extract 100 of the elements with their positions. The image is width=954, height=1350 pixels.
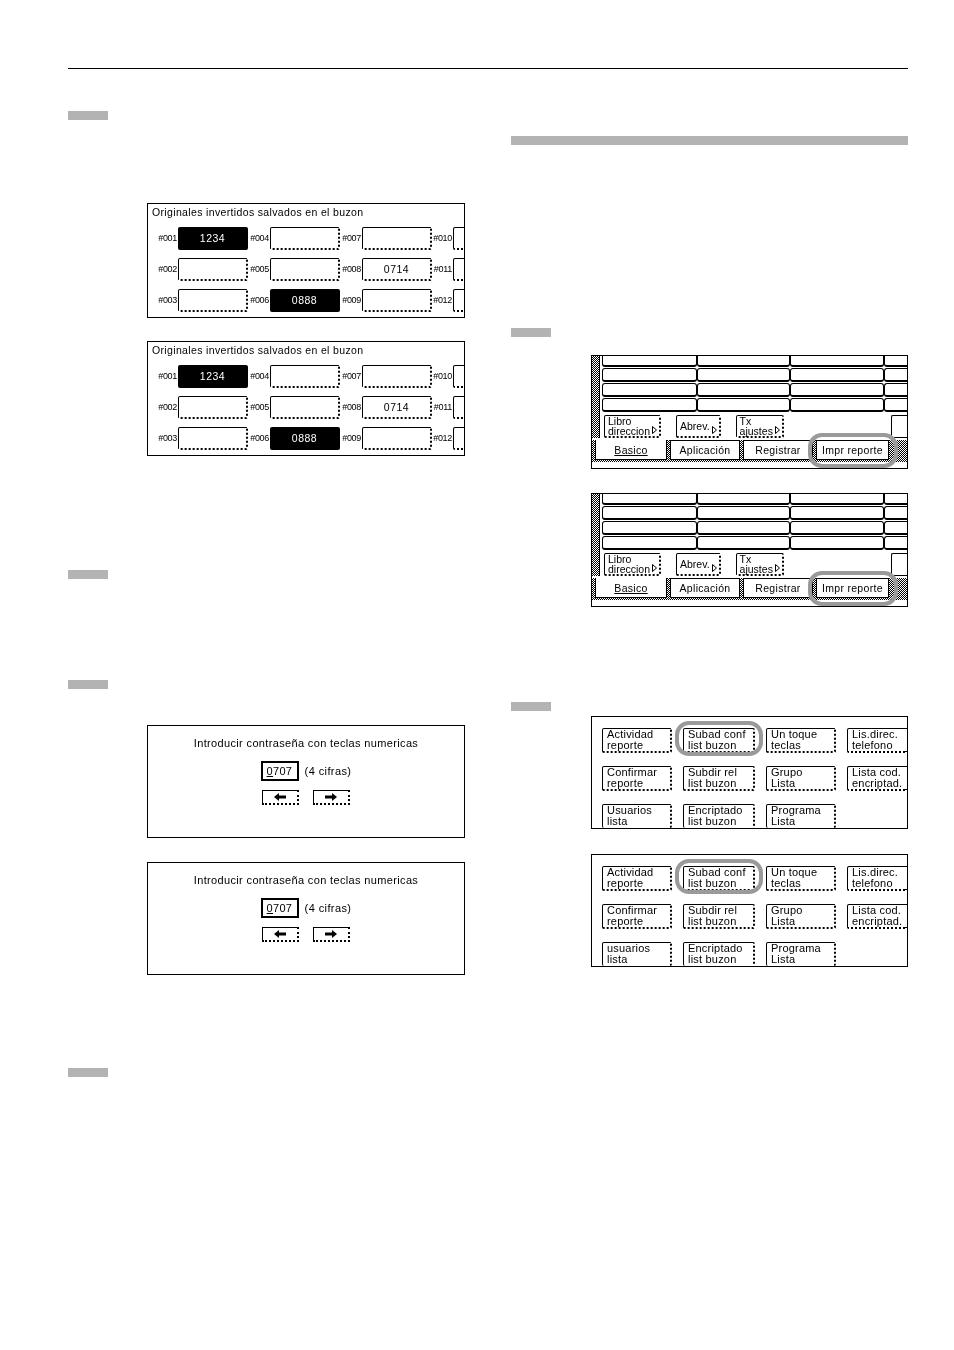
mailbox-key[interactable] <box>270 258 340 281</box>
mailbox-key[interactable]: 0714 <box>362 396 432 419</box>
box-number: #006 <box>250 433 270 444</box>
report-button[interactable]: Lista cod. encriptad. <box>847 766 907 791</box>
mailbox-key[interactable] <box>453 427 464 450</box>
arrow-key[interactable] <box>313 927 350 942</box>
box-number: #004 <box>250 371 270 382</box>
box-number: #007 <box>342 233 362 244</box>
mailbox-key[interactable] <box>362 427 432 450</box>
mailbox-key[interactable] <box>362 365 432 388</box>
right-triangle-icon <box>652 426 658 434</box>
arrow-key[interactable] <box>313 790 350 805</box>
mailbox-key[interactable] <box>270 396 340 419</box>
mailbox-key[interactable] <box>453 289 464 312</box>
tab[interactable]: Impr reporte <box>816 440 889 460</box>
arrow-key[interactable] <box>262 790 299 805</box>
box-number: #005 <box>250 402 270 413</box>
right-arrow-icon <box>325 930 337 938</box>
box-number: #009 <box>342 295 362 306</box>
tab[interactable]: Impr reporte <box>816 578 889 598</box>
report-button[interactable]: Un toque teclas <box>766 866 836 891</box>
box-number: #011 <box>433 264 453 275</box>
report-button[interactable]: Lis.direc. telefono <box>847 866 907 891</box>
tab[interactable]: Registrar <box>743 440 813 460</box>
box-number: #005 <box>250 264 270 275</box>
report-button[interactable]: Encriptado list buzon <box>683 942 755 966</box>
partial-button[interactable] <box>891 415 907 438</box>
prompt-text: Introducir contraseña con teclas numericas <box>193 874 419 887</box>
panel-title: Originales invertidos salvados en el buzon <box>152 344 364 357</box>
report-button[interactable]: Grupo Lista <box>766 766 836 791</box>
report-button[interactable]: Actividad reporte <box>602 866 672 891</box>
report-button[interactable]: Lis.direc. telefono <box>847 728 907 753</box>
report-button[interactable]: Subad conf list buzon <box>683 728 755 753</box>
mailbox-key[interactable] <box>453 396 464 419</box>
box-number: #004 <box>250 233 270 244</box>
arrow-key[interactable] <box>262 927 299 942</box>
box-number: #009 <box>342 433 362 444</box>
mailbox-key[interactable] <box>270 365 340 388</box>
function-button[interactable]: Abrev. <box>676 415 721 438</box>
mailbox-key[interactable] <box>178 396 248 419</box>
tab[interactable]: Aplicación <box>670 440 740 460</box>
box-number: #002 <box>158 264 178 275</box>
mailbox-key[interactable] <box>453 227 464 250</box>
report-button[interactable]: usuarios lista <box>602 942 672 966</box>
report-button[interactable]: Actividad reporte <box>602 728 672 753</box>
password-field[interactable]: 0707 <box>260 898 299 918</box>
box-number: #012 <box>433 295 453 306</box>
mailbox-key[interactable] <box>453 258 464 281</box>
partial-button[interactable] <box>891 553 907 576</box>
box-number: #007 <box>342 371 362 382</box>
mailbox-key[interactable]: 1234 <box>178 365 248 388</box>
right-triangle-icon <box>774 426 780 434</box>
mailbox-key[interactable]: 0714 <box>362 258 432 281</box>
mailbox-key[interactable] <box>178 258 248 281</box>
report-button[interactable]: Un toque teclas <box>766 728 836 753</box>
tab[interactable]: Aplicación <box>670 578 740 598</box>
box-number: #010 <box>433 233 453 244</box>
report-button[interactable]: Lista cod. encriptad. <box>847 904 907 929</box>
mailbox-key[interactable] <box>178 289 248 312</box>
report-button[interactable]: Subdir rel list buzon <box>683 766 755 791</box>
box-number: #003 <box>158 433 178 444</box>
step-marker <box>511 702 551 711</box>
left-arrow-icon <box>274 930 286 938</box>
box-number: #010 <box>433 371 453 382</box>
function-button[interactable]: Abrev. <box>676 553 721 576</box>
mailbox-key[interactable] <box>178 427 248 450</box>
report-button[interactable]: Confirmar reporte <box>602 904 672 929</box>
mailbox-key[interactable] <box>270 227 340 250</box>
step-marker <box>68 111 108 120</box>
function-button[interactable]: Libro direccion <box>604 415 662 438</box>
mailbox-key[interactable]: 1234 <box>178 227 248 250</box>
report-button[interactable]: Confirmar reporte <box>602 766 672 791</box>
panel-title: Originales invertidos salvados en el buzon <box>152 206 364 219</box>
report-button[interactable]: Grupo Lista <box>766 904 836 929</box>
box-number: #001 <box>158 233 178 244</box>
mailbox-key[interactable]: 0888 <box>270 427 340 450</box>
report-button[interactable]: Programa Lista <box>766 804 836 828</box>
box-number: #002 <box>158 402 178 413</box>
right-triangle-icon <box>774 564 780 572</box>
password-field[interactable]: 0707 <box>260 761 299 781</box>
report-button[interactable]: Usuarios lista <box>602 804 672 828</box>
mailbox-key[interactable] <box>362 227 432 250</box>
mailbox-key[interactable] <box>362 289 432 312</box>
function-button[interactable]: Libro direccion <box>604 553 662 576</box>
box-number: #011 <box>433 402 453 413</box>
function-button[interactable]: Tx ajustes <box>735 553 784 576</box>
report-button[interactable]: Encriptado list buzon <box>683 804 755 828</box>
left-arrow-icon <box>274 793 286 801</box>
tab[interactable]: Basico <box>595 440 667 460</box>
tab[interactable]: Registrar <box>743 578 813 598</box>
function-button[interactable]: Tx ajustes <box>735 415 784 438</box>
report-button[interactable]: Subdir rel list buzon <box>683 904 755 929</box>
right-triangle-icon <box>652 564 658 572</box>
digits-hint: (4 cifras) <box>304 764 352 778</box>
mailbox-key[interactable]: 0888 <box>270 289 340 312</box>
mailbox-key[interactable] <box>453 365 464 388</box>
step-marker <box>68 680 108 689</box>
report-button[interactable]: Subad conf list buzon <box>683 866 755 891</box>
tab[interactable]: Basico <box>595 578 667 598</box>
report-button[interactable]: Programa Lista <box>766 942 836 966</box>
